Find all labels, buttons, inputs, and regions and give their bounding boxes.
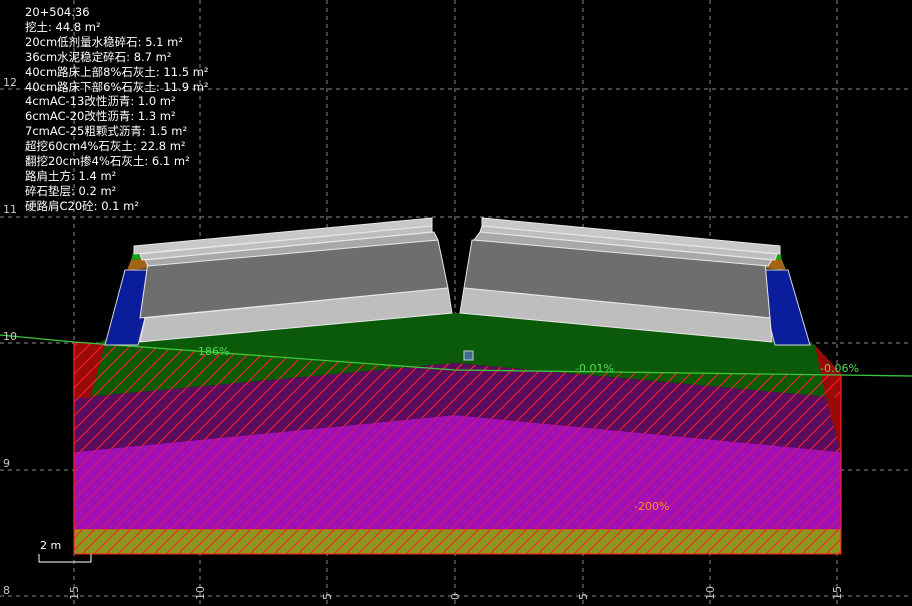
quantity-item: 翻挖20cm掺4%石灰土: 6.1 m²: [25, 154, 190, 169]
slope-label-right-ground: -0.06%: [820, 362, 859, 375]
offset-label-5r: 5: [577, 593, 590, 600]
offset-label-10l: 10: [194, 586, 207, 600]
elev-label-8: 8: [3, 584, 10, 597]
offset-label-15r: 15: [831, 586, 844, 600]
slope-label-right-cross: -0.01%: [575, 362, 614, 375]
quantity-item: 36cm水泥稳定碎石: 8.7 m²: [25, 49, 172, 64]
gravel-cushion-hatch: [73, 528, 842, 555]
station-label: 20+504.36: [25, 5, 90, 19]
quantity-item: 40cm路床下部6%石灰土: 11.9 m²: [25, 79, 209, 94]
elev-label-9: 9: [3, 457, 10, 470]
quantity-item: 挖土: 44.8 m²: [25, 19, 101, 34]
quantity-item: 硬路肩C20砼: 0.1 m²: [25, 198, 139, 213]
quantity-item: 7cmAC-25粗颗式沥青: 1.5 m²: [25, 124, 188, 139]
offset-label-5l: 5: [321, 593, 334, 600]
offset-label-15l: 15: [68, 586, 81, 600]
offset-labels: 15 10 5 0 5 10 15: [68, 586, 844, 600]
elev-label-10: 10: [3, 330, 17, 343]
quantity-item: 20cm低剂量水稳碎石: 5.1 m²: [25, 34, 183, 49]
quantity-item: 40cm路床上部8%石灰土: 11.5 m²: [25, 64, 209, 79]
centerline-marker[interactable]: [463, 350, 474, 361]
scale-bar-label: 2 m: [40, 539, 61, 552]
offset-label-0: 0: [449, 593, 462, 600]
quantity-item: 路肩土方: 1.4 m²: [25, 168, 117, 183]
slope-label-bottom: -200%: [634, 500, 669, 513]
offset-label-10r: 10: [704, 586, 717, 600]
quantity-item: 碎石垫层: 0.2 m²: [25, 183, 117, 198]
quantity-panel: 20+504.36 挖土: 44.8 m² 20cm低剂量水稳碎石: 5.1 m…: [25, 5, 209, 214]
elev-label-11: 11: [3, 203, 17, 216]
scale-bar-line: [38, 554, 92, 563]
elev-label-12: 12: [3, 76, 17, 89]
slope-label-left: 186%: [198, 345, 229, 358]
quantity-item: 超挖60cm4%石灰土: 22.8 m²: [25, 139, 186, 154]
elevation-labels: 12 11 10 9 8: [3, 76, 17, 597]
quantity-item: 6cmAC-20改性沥青: 1.3 m²: [25, 109, 176, 124]
quantity-item: 4cmAC-13改性沥青: 1.0 m²: [25, 94, 176, 109]
